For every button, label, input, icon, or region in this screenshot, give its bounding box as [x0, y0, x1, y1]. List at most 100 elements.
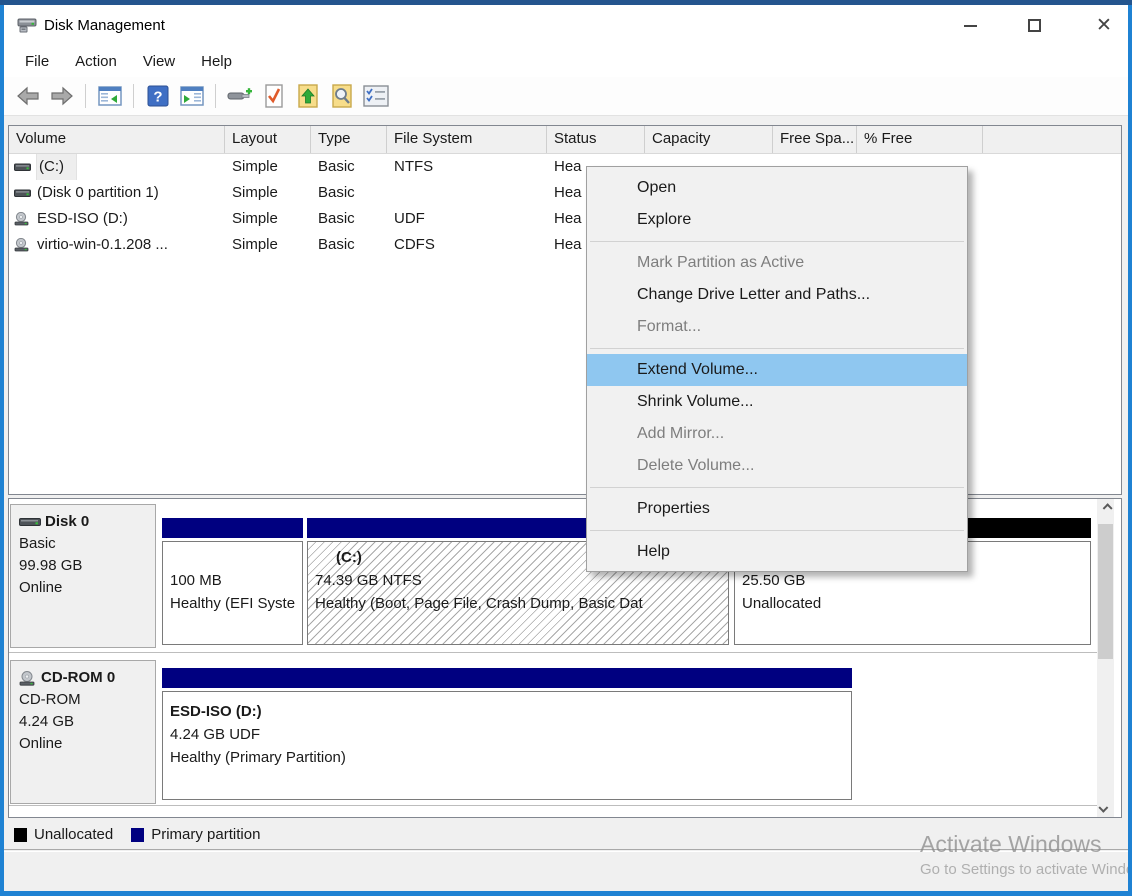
- close-button[interactable]: ✕: [1081, 5, 1127, 46]
- file-system-cell: [387, 180, 547, 206]
- file-system-cell: CDFS: [387, 232, 547, 258]
- window-border-left: [0, 5, 4, 896]
- col-volume[interactable]: Volume: [9, 126, 225, 153]
- file-system-cell: UDF: [387, 206, 547, 232]
- col-layout[interactable]: Layout: [225, 126, 311, 153]
- partition-size: 74.39 GB NTFS: [315, 569, 728, 592]
- disk-status: Online: [19, 577, 149, 599]
- efi-partition-strip: [162, 518, 303, 538]
- disk-row-divider: [9, 652, 1097, 653]
- maximize-button[interactable]: [1011, 5, 1057, 46]
- scrollbar-thumb[interactable]: [1098, 524, 1113, 659]
- device-properties-button[interactable]: [226, 83, 253, 110]
- scroll-down-button[interactable]: [1097, 800, 1114, 817]
- folder-up-button[interactable]: [294, 83, 321, 110]
- disk0-label[interactable]: Disk 0 Basic 99.98 GB Online: [10, 504, 156, 648]
- volume-name: ESD-ISO (D:): [37, 206, 128, 232]
- type-cell: Basic: [311, 206, 387, 232]
- menu-item-delete-volume: Delete Volume...: [587, 450, 967, 482]
- device-properties-icon: [227, 86, 253, 106]
- app-icon: [17, 16, 38, 38]
- efi-partition[interactable]: 100 MB Healthy (EFI Syste: [162, 541, 303, 645]
- menu-item-explore[interactable]: Explore: [587, 204, 967, 236]
- menu-item-open[interactable]: Open: [587, 172, 967, 204]
- legend-label: Primary partition: [151, 826, 260, 843]
- col-type[interactable]: Type: [311, 126, 387, 153]
- toolbar-separator: [85, 84, 86, 108]
- minimize-button[interactable]: [947, 5, 993, 46]
- col-status[interactable]: Status: [547, 126, 645, 153]
- layout-cell: Simple: [225, 180, 311, 206]
- menu-item-extend-volume[interactable]: Extend Volume...: [587, 354, 967, 386]
- type-cell: Basic: [311, 154, 387, 180]
- volume-name: (Disk 0 partition 1): [37, 180, 159, 206]
- col-pct-free[interactable]: % Free: [857, 126, 983, 153]
- partition-status: Healthy (Primary Partition): [170, 746, 851, 769]
- folder-search-icon: [331, 84, 353, 108]
- back-icon: [16, 86, 40, 106]
- cdrom-partition[interactable]: ESD-ISO (D:) 4.24 GB UDF Healthy (Primar…: [162, 691, 852, 800]
- check-document-button[interactable]: [260, 83, 287, 110]
- maximize-icon: [1028, 19, 1041, 32]
- menu-item-help[interactable]: Help: [587, 536, 967, 568]
- action-pane-button[interactable]: [178, 83, 205, 110]
- disk-kind: CD-ROM: [19, 689, 149, 711]
- minimize-icon: [964, 25, 977, 27]
- help-icon: ?: [147, 85, 169, 107]
- window-title: Disk Management: [44, 5, 165, 46]
- menu-separator: [590, 348, 964, 349]
- toolbar-separator: [133, 84, 134, 108]
- window-border-top: [0, 0, 1132, 5]
- menu-view[interactable]: View: [130, 46, 188, 77]
- unallocated-swatch: [14, 828, 27, 842]
- menu-item-change-drive-letter[interactable]: Change Drive Letter and Paths...: [587, 279, 967, 311]
- toolbar-separator: [215, 84, 216, 108]
- col-file-system[interactable]: File System: [387, 126, 547, 153]
- menu-item-format: Format...: [587, 311, 967, 343]
- console-tree-icon: [98, 86, 122, 106]
- hard-drive-icon: [14, 161, 31, 173]
- disk-name: Disk 0: [45, 511, 89, 533]
- volume-name: virtio-win-0.1.208 ...: [37, 232, 168, 258]
- layout-cell: Simple: [225, 206, 311, 232]
- check-document-icon: [264, 84, 284, 108]
- scroll-up-button[interactable]: [1097, 499, 1114, 516]
- folder-search-button[interactable]: [328, 83, 355, 110]
- menu-separator: [590, 530, 964, 531]
- menu-action[interactable]: Action: [62, 46, 130, 77]
- folder-up-icon: [297, 84, 319, 108]
- console-tree-button[interactable]: [96, 83, 123, 110]
- partition-size: 4.24 GB UDF: [170, 723, 851, 746]
- back-button[interactable]: [14, 83, 41, 110]
- help-button[interactable]: ?: [144, 83, 171, 110]
- menu-item-shrink-volume[interactable]: Shrink Volume...: [587, 386, 967, 418]
- action-pane-icon: [180, 86, 204, 106]
- cd-drive-icon: [14, 212, 31, 226]
- checklist-button[interactable]: [362, 83, 389, 110]
- menu-separator: [590, 487, 964, 488]
- col-free-space[interactable]: Free Spa...: [773, 126, 857, 153]
- col-capacity[interactable]: Capacity: [645, 126, 773, 153]
- titlebar: Disk Management ✕: [4, 5, 1128, 46]
- disk-row-divider: [9, 805, 1097, 806]
- menu-help[interactable]: Help: [188, 46, 245, 77]
- disk-size: 4.24 GB: [19, 711, 149, 733]
- cdrom0-label[interactable]: CD-ROM 0 CD-ROM 4.24 GB Online: [10, 660, 156, 804]
- activate-windows-watermark: Activate Windows Go to Settings to activ…: [920, 830, 1132, 882]
- partition-name: ESD-ISO (D:): [170, 700, 851, 723]
- legend-primary-partition: Primary partition: [131, 826, 260, 843]
- col-filler: [983, 126, 1121, 153]
- disk-name: CD-ROM 0: [41, 667, 115, 689]
- forward-icon: [50, 86, 74, 106]
- partition-size: 25.50 GB: [742, 569, 1090, 592]
- type-cell: Basic: [311, 180, 387, 206]
- menu-file[interactable]: File: [12, 46, 62, 77]
- svg-text:?: ?: [153, 89, 162, 106]
- legend-label: Unallocated: [34, 826, 113, 843]
- menu-item-add-mirror: Add Mirror...: [587, 418, 967, 450]
- context-menu: Open Explore Mark Partition as Active Ch…: [586, 166, 968, 572]
- menu-item-properties[interactable]: Properties: [587, 493, 967, 525]
- forward-button[interactable]: [48, 83, 75, 110]
- partition-size: 100 MB: [170, 569, 302, 592]
- vertical-scrollbar[interactable]: [1097, 499, 1114, 817]
